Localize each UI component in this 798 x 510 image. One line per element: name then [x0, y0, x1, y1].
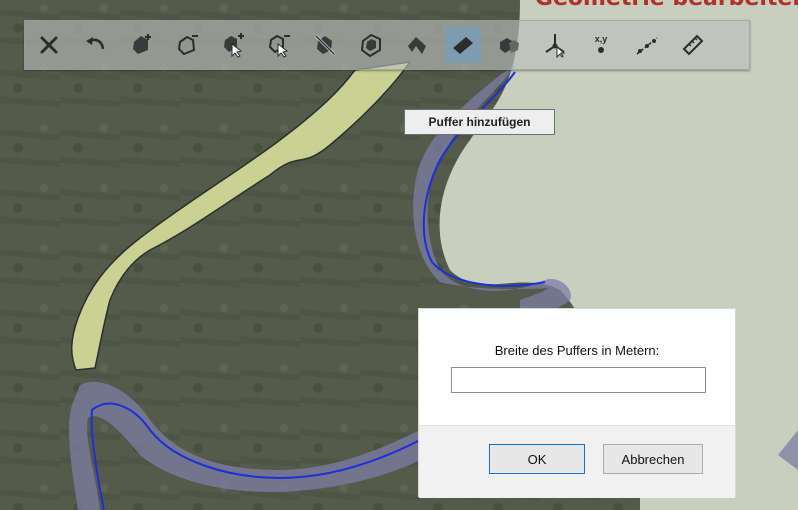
measure-icon [682, 34, 704, 56]
tooltip-buffer: Puffer hinzufügen [404, 109, 555, 135]
select-subtract-button[interactable] [261, 27, 297, 63]
polygon-add-icon [133, 34, 151, 54]
xy-label: x,y [595, 34, 608, 44]
xy-point-button[interactable]: x,y [583, 27, 619, 63]
subtract-polygon-button[interactable] [169, 27, 205, 63]
select-add-icon [224, 33, 244, 58]
parallel-button[interactable] [399, 27, 435, 63]
ruler-button[interactable] [445, 27, 481, 63]
ruler-icon [453, 37, 473, 54]
line-split-button[interactable] [629, 27, 665, 63]
vertex-move-button[interactable] [537, 27, 573, 63]
parallel-icon [408, 37, 426, 54]
select-add-button[interactable] [215, 27, 251, 63]
merge-button[interactable] [491, 27, 527, 63]
buffer-dialog: Breite des Puffers in Metern: OK Abbrech… [418, 308, 736, 498]
buffer-button[interactable] [353, 27, 389, 63]
page-title: Geometrie bearbeiten [535, 0, 798, 11]
dialog-footer: OK Abbrechen [419, 425, 735, 498]
select-subtract-icon [268, 34, 290, 58]
buffer-width-label: Breite des Puffers in Metern: [494, 343, 660, 358]
measure-button[interactable] [675, 27, 711, 63]
xy-point-icon: x,y [595, 34, 608, 53]
undo-button[interactable] [77, 27, 113, 63]
close-icon [40, 36, 58, 54]
line-split-icon [636, 37, 658, 55]
buffer-width-input[interactable] [451, 367, 706, 393]
merge-icon [500, 38, 519, 53]
buffer-icon [360, 33, 381, 58]
undo-icon [86, 37, 105, 50]
cancel-button[interactable]: Abbrechen [603, 444, 703, 474]
add-polygon-button[interactable] [123, 27, 159, 63]
dialog-body: Breite des Puffers in Metern: [419, 309, 735, 425]
ok-button[interactable]: OK [489, 444, 585, 474]
edit-toolbar: x,y [24, 20, 750, 70]
polygon-subtract-icon [177, 35, 198, 56]
delete-feature-button[interactable] [307, 27, 343, 63]
delete-feature-icon [314, 34, 336, 56]
vertex-move-icon [545, 34, 566, 58]
close-button[interactable] [31, 27, 67, 63]
